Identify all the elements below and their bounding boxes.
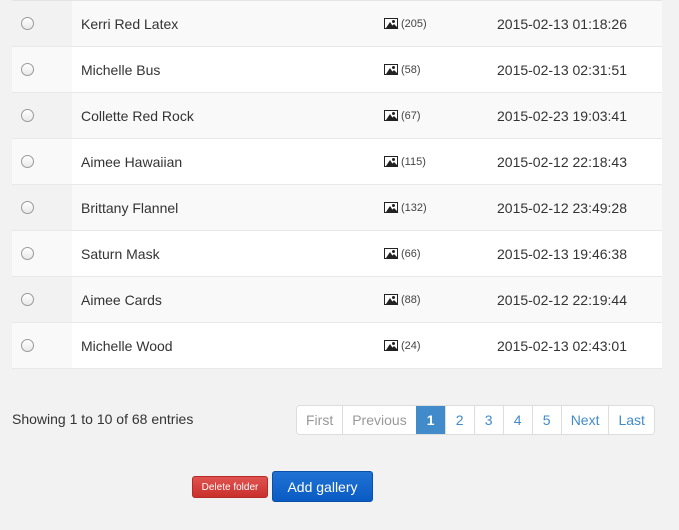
gallery-date: 2015-02-23 19:03:41 (497, 93, 662, 138)
page-button-2[interactable]: 2 (444, 406, 474, 434)
row-select-cell (12, 1, 72, 46)
gallery-name: Kerri Red Latex (72, 1, 384, 46)
row-radio[interactable] (21, 339, 34, 352)
photo-count-cell: (66) (384, 231, 497, 276)
photo-count-cell: (132) (384, 185, 497, 230)
delete-folder-button[interactable]: Delete folder (192, 476, 268, 498)
gallery-date: 2015-02-13 02:43:01 (497, 323, 662, 368)
photo-count-cell: (67) (384, 93, 497, 138)
row-select-cell (12, 47, 72, 92)
table-row: Aimee Hawaiian (115) 2015-02-12 22:18:43 (12, 139, 662, 185)
image-icon (384, 202, 398, 213)
gallery-name: Michelle Wood (72, 323, 384, 368)
photo-count-cell: (24) (384, 323, 497, 368)
page-button-1[interactable]: 1 (415, 406, 445, 434)
page-button-3[interactable]: 3 (473, 406, 503, 434)
photo-count-cell: (115) (384, 139, 497, 184)
row-select-cell (12, 139, 72, 184)
row-select-cell (12, 93, 72, 138)
table-row: Michelle Wood (24) 2015-02-13 02:43:01 (12, 323, 662, 369)
row-radio[interactable] (21, 109, 34, 122)
image-icon (384, 340, 398, 351)
photo-count: (205) (401, 17, 427, 30)
table-row: Kerri Red Latex (205) 2015-02-13 01:18:2… (12, 1, 662, 47)
row-select-cell (12, 323, 72, 368)
page-button-5[interactable]: 5 (531, 406, 561, 434)
gallery-date: 2015-02-13 02:31:51 (497, 47, 662, 92)
table-row: Brittany Flannel (132) 2015-02-12 23:49:… (12, 185, 662, 231)
gallery-date: 2015-02-12 22:18:43 (497, 139, 662, 184)
gallery-name: Brittany Flannel (72, 185, 384, 230)
table-row: Michelle Bus (58) 2015-02-13 02:31:51 (12, 47, 662, 93)
gallery-name: Collette Red Rock (72, 93, 384, 138)
row-radio[interactable] (21, 201, 34, 214)
photo-count: (132) (401, 201, 427, 214)
row-select-cell (12, 185, 72, 230)
row-select-cell (12, 277, 72, 322)
photo-count: (115) (401, 155, 426, 168)
last-page-button[interactable]: Last (608, 406, 654, 434)
gallery-name: Michelle Bus (72, 47, 384, 92)
next-page-button[interactable]: Next (560, 406, 609, 434)
entries-info: Showing 1 to 10 of 68 entries (12, 411, 194, 427)
pagination: First Previous 1 2 3 4 5 Next Last (296, 405, 655, 435)
photo-count-cell: (88) (384, 277, 497, 322)
gallery-date: 2015-02-12 23:49:28 (497, 185, 662, 230)
page-button-4[interactable]: 4 (502, 406, 532, 434)
gallery-name: Aimee Cards (72, 277, 384, 322)
photo-count: (24) (401, 339, 421, 352)
gallery-date: 2015-02-12 22:19:44 (497, 277, 662, 322)
gallery-date: 2015-02-13 01:18:26 (497, 1, 662, 46)
photo-count: (67) (401, 109, 421, 122)
image-icon (384, 18, 398, 29)
photo-count: (58) (401, 63, 421, 76)
table-row: Aimee Cards (88) 2015-02-12 22:19:44 (12, 277, 662, 323)
gallery-name: Saturn Mask (72, 231, 384, 276)
gallery-name: Aimee Hawaiian (72, 139, 384, 184)
row-radio[interactable] (21, 247, 34, 260)
row-radio[interactable] (21, 17, 34, 30)
image-icon (384, 110, 398, 121)
table-row: Saturn Mask (66) 2015-02-13 19:46:38 (12, 231, 662, 277)
first-page-button[interactable]: First (297, 406, 343, 434)
row-radio[interactable] (21, 155, 34, 168)
row-radio[interactable] (21, 63, 34, 76)
photo-count-cell: (58) (384, 47, 497, 92)
image-icon (384, 64, 398, 75)
row-select-cell (12, 231, 72, 276)
image-icon (384, 156, 398, 167)
add-gallery-button[interactable]: Add gallery (272, 471, 373, 502)
gallery-date: 2015-02-13 19:46:38 (497, 231, 662, 276)
photo-count: (88) (401, 293, 421, 306)
image-icon (384, 248, 398, 259)
table-row: Collette Red Rock (67) 2015-02-23 19:03:… (12, 93, 662, 139)
image-icon (384, 294, 398, 305)
photo-count-cell: (205) (384, 1, 497, 46)
galleries-table: Kerri Red Latex (205) 2015-02-13 01:18:2… (12, 0, 662, 369)
photo-count: (66) (401, 247, 421, 260)
previous-page-button[interactable]: Previous (342, 406, 416, 434)
row-radio[interactable] (21, 293, 34, 306)
